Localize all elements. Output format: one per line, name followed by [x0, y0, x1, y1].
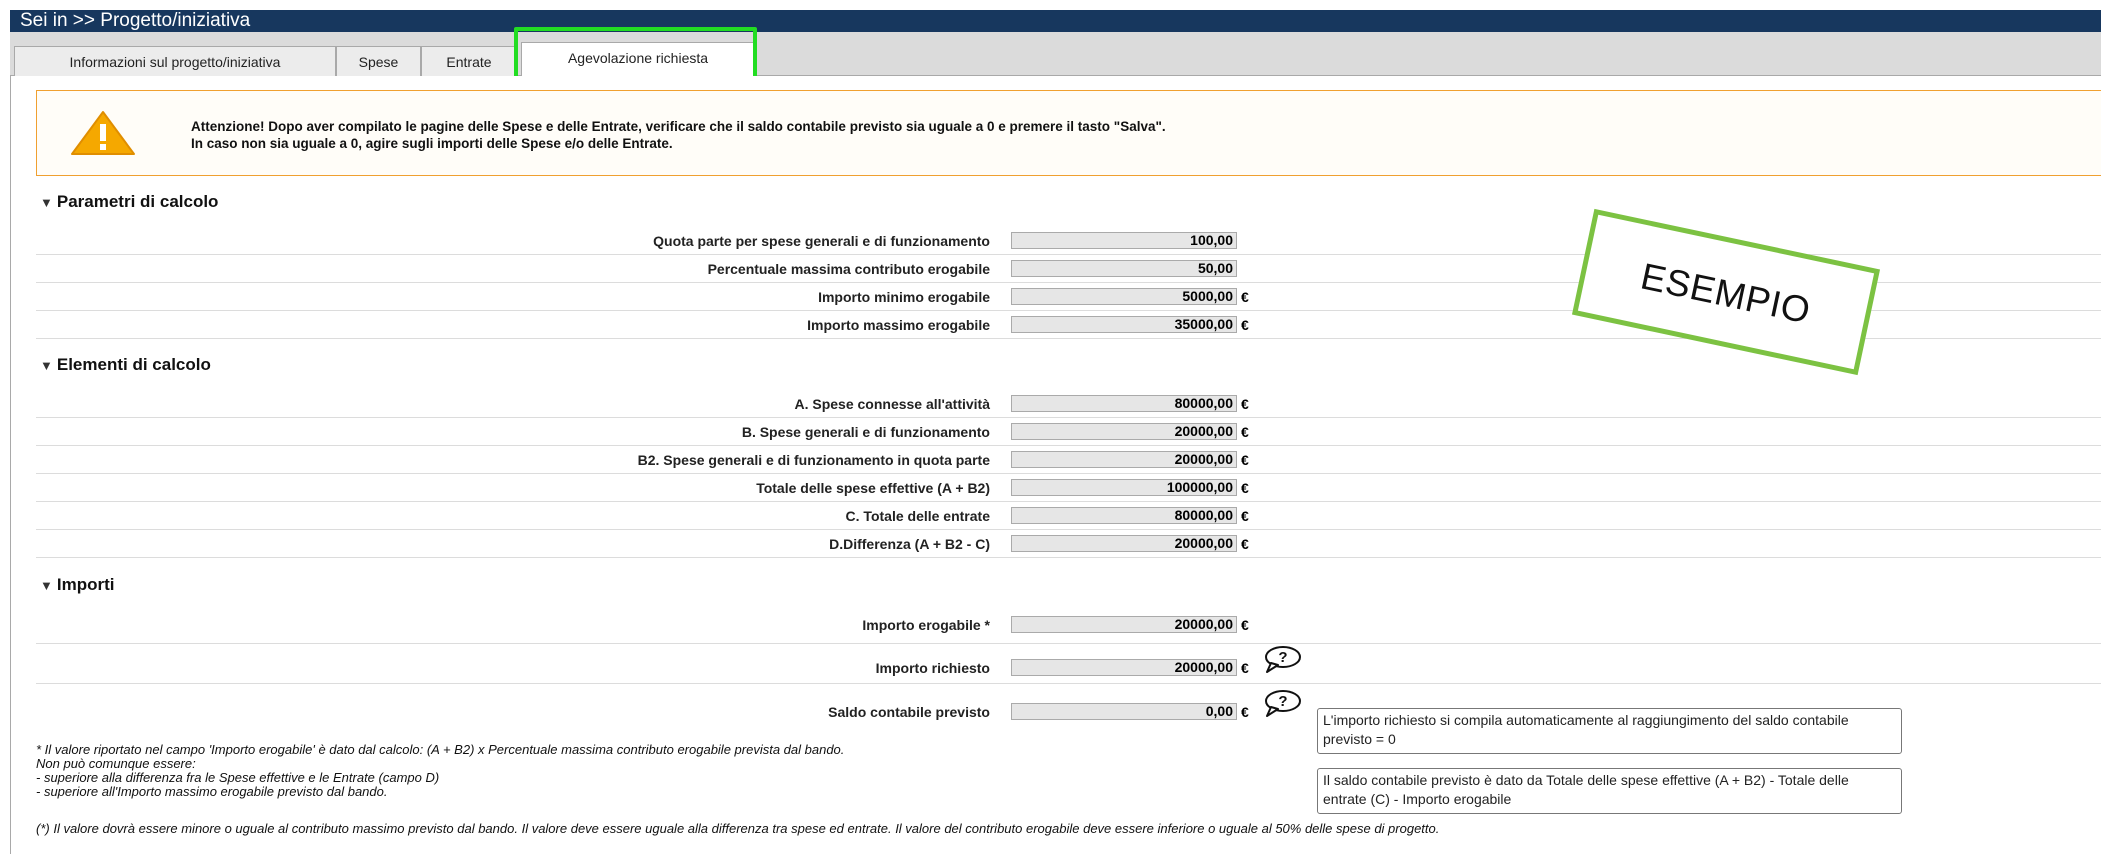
- field-label: D.Differenza (A + B2 - C): [829, 536, 990, 552]
- field-value: 50,00: [1011, 260, 1237, 277]
- currency-unit: €: [1241, 452, 1249, 468]
- field-label: C. Totale delle entrate: [845, 508, 990, 524]
- tab-bar: Informazioni sul progetto/iniziativa Spe…: [10, 32, 2101, 77]
- field-value: 20000,00: [1011, 535, 1237, 552]
- field-label: B. Spese generali e di funzionamento: [741, 424, 990, 440]
- tab-informazioni[interactable]: Informazioni sul progetto/iniziativa: [14, 46, 336, 76]
- field-label: B2. Spese generali e di funzionamento in…: [637, 452, 990, 468]
- footnote-limite-1: - superiore alla differenza fra le Spese…: [36, 770, 440, 785]
- row-totale-spese-effettive: Totale delle spese effettive (A + B2) 10…: [36, 474, 2101, 502]
- currency-unit: €: [1241, 317, 1249, 333]
- breadcrumb-bar: Sei in >> Progetto/iniziativa: [10, 10, 2101, 32]
- footnote-limite-2: - superiore all'Importo massimo erogabil…: [36, 784, 388, 799]
- currency-unit: €: [1241, 660, 1249, 676]
- tooltip-importo-richiesto: L'importo richiesto si compila automatic…: [1317, 708, 1902, 754]
- field-value: 35000,00: [1011, 316, 1237, 333]
- field-value: 5000,00: [1011, 288, 1237, 305]
- section-parametri-di-calcolo[interactable]: ▼ Parametri di calcolo: [40, 192, 218, 212]
- breadcrumb: Sei in >> Progetto/iniziativa: [20, 10, 251, 31]
- row-spese-generali: B. Spese generali e di funzionamento 200…: [36, 418, 2101, 446]
- field-value: 20000,00: [1011, 659, 1237, 676]
- collapse-triangle-icon: ▼: [40, 578, 53, 593]
- warning-line-1: Attenzione! Dopo aver compilato le pagin…: [191, 119, 1166, 134]
- currency-unit: €: [1241, 536, 1249, 552]
- currency-unit: €: [1241, 396, 1249, 412]
- field-label: A. Spese connesse all'attività: [794, 396, 990, 412]
- field-value: 100,00: [1011, 232, 1237, 249]
- warning-box: Attenzione! Dopo aver compilato le pagin…: [36, 90, 2101, 176]
- field-label: Percentuale massima contributo erogabile: [707, 261, 990, 277]
- tooltip-saldo-contabile: Il saldo contabile previsto è dato da To…: [1317, 768, 1902, 814]
- warning-line-2: In caso non sia uguale a 0, agire sugli …: [191, 136, 673, 151]
- section-title: Parametri di calcolo: [56, 192, 219, 211]
- warning-icon: [71, 111, 135, 155]
- footnote-non-puo: Non può comunque essere:: [36, 756, 196, 771]
- warning-text: Attenzione! Dopo aver compilato le pagin…: [191, 118, 1166, 152]
- field-label: Importo richiesto: [875, 660, 990, 676]
- svg-text:?: ?: [1278, 649, 1287, 666]
- currency-unit: €: [1241, 617, 1249, 633]
- field-value: 20000,00: [1011, 451, 1237, 468]
- row-importo-erogabile: Importo erogabile * 20000,00 €: [36, 610, 2101, 644]
- help-bubble-icon[interactable]: ?: [1262, 689, 1302, 717]
- field-label: Quota parte per spese generali e di funz…: [653, 233, 990, 249]
- field-label: Importo erogabile *: [862, 617, 990, 633]
- field-label: Importo massimo erogabile: [807, 317, 990, 333]
- help-bubble-icon[interactable]: ?: [1262, 645, 1302, 673]
- section-elementi-di-calcolo[interactable]: ▼ Elementi di calcolo: [40, 355, 211, 375]
- field-label: Importo minimo erogabile: [818, 289, 990, 305]
- currency-unit: €: [1241, 508, 1249, 524]
- svg-text:?: ?: [1278, 693, 1287, 710]
- field-value: 80000,00: [1011, 395, 1237, 412]
- field-value: 80000,00: [1011, 507, 1237, 524]
- field-label: Saldo contabile previsto: [828, 704, 990, 720]
- tab-entrate[interactable]: Entrate: [421, 46, 517, 76]
- currency-unit: €: [1241, 704, 1249, 720]
- field-value: 100000,00: [1011, 479, 1237, 496]
- row-spese-connesse: A. Spese connesse all'attività 80000,00 …: [36, 390, 2101, 418]
- currency-unit: €: [1241, 424, 1249, 440]
- row-differenza: D.Differenza (A + B2 - C) 20000,00 €: [36, 530, 2101, 558]
- field-value: 0,00: [1011, 703, 1237, 720]
- section-title: Elementi di calcolo: [56, 355, 211, 374]
- row-importo-richiesto: Importo richiesto 20000,00 €: [36, 644, 2101, 684]
- row-spese-generali-quota-parte: B2. Spese generali e di funzionamento in…: [36, 446, 2101, 474]
- row-totale-entrate: C. Totale delle entrate 80000,00 €: [36, 502, 2101, 530]
- section-importi[interactable]: ▼ Importi: [40, 575, 114, 595]
- section-title: Importi: [56, 575, 115, 594]
- footnote-calcolo: * Il valore riportato nel campo 'Importo…: [36, 742, 845, 757]
- collapse-triangle-icon: ▼: [40, 195, 53, 210]
- tab-spese[interactable]: Spese: [336, 46, 421, 76]
- currency-unit: €: [1241, 480, 1249, 496]
- currency-unit: €: [1241, 289, 1249, 305]
- field-value: 20000,00: [1011, 423, 1237, 440]
- field-label: Totale delle spese effettive (A + B2): [756, 480, 990, 496]
- field-value: 20000,00: [1011, 616, 1237, 633]
- page-frame: Sei in >> Progetto/iniziativa Informazio…: [0, 0, 2101, 854]
- footnote-valore: (*) Il valore dovrà essere minore o ugua…: [36, 821, 1440, 836]
- collapse-triangle-icon: ▼: [40, 358, 53, 373]
